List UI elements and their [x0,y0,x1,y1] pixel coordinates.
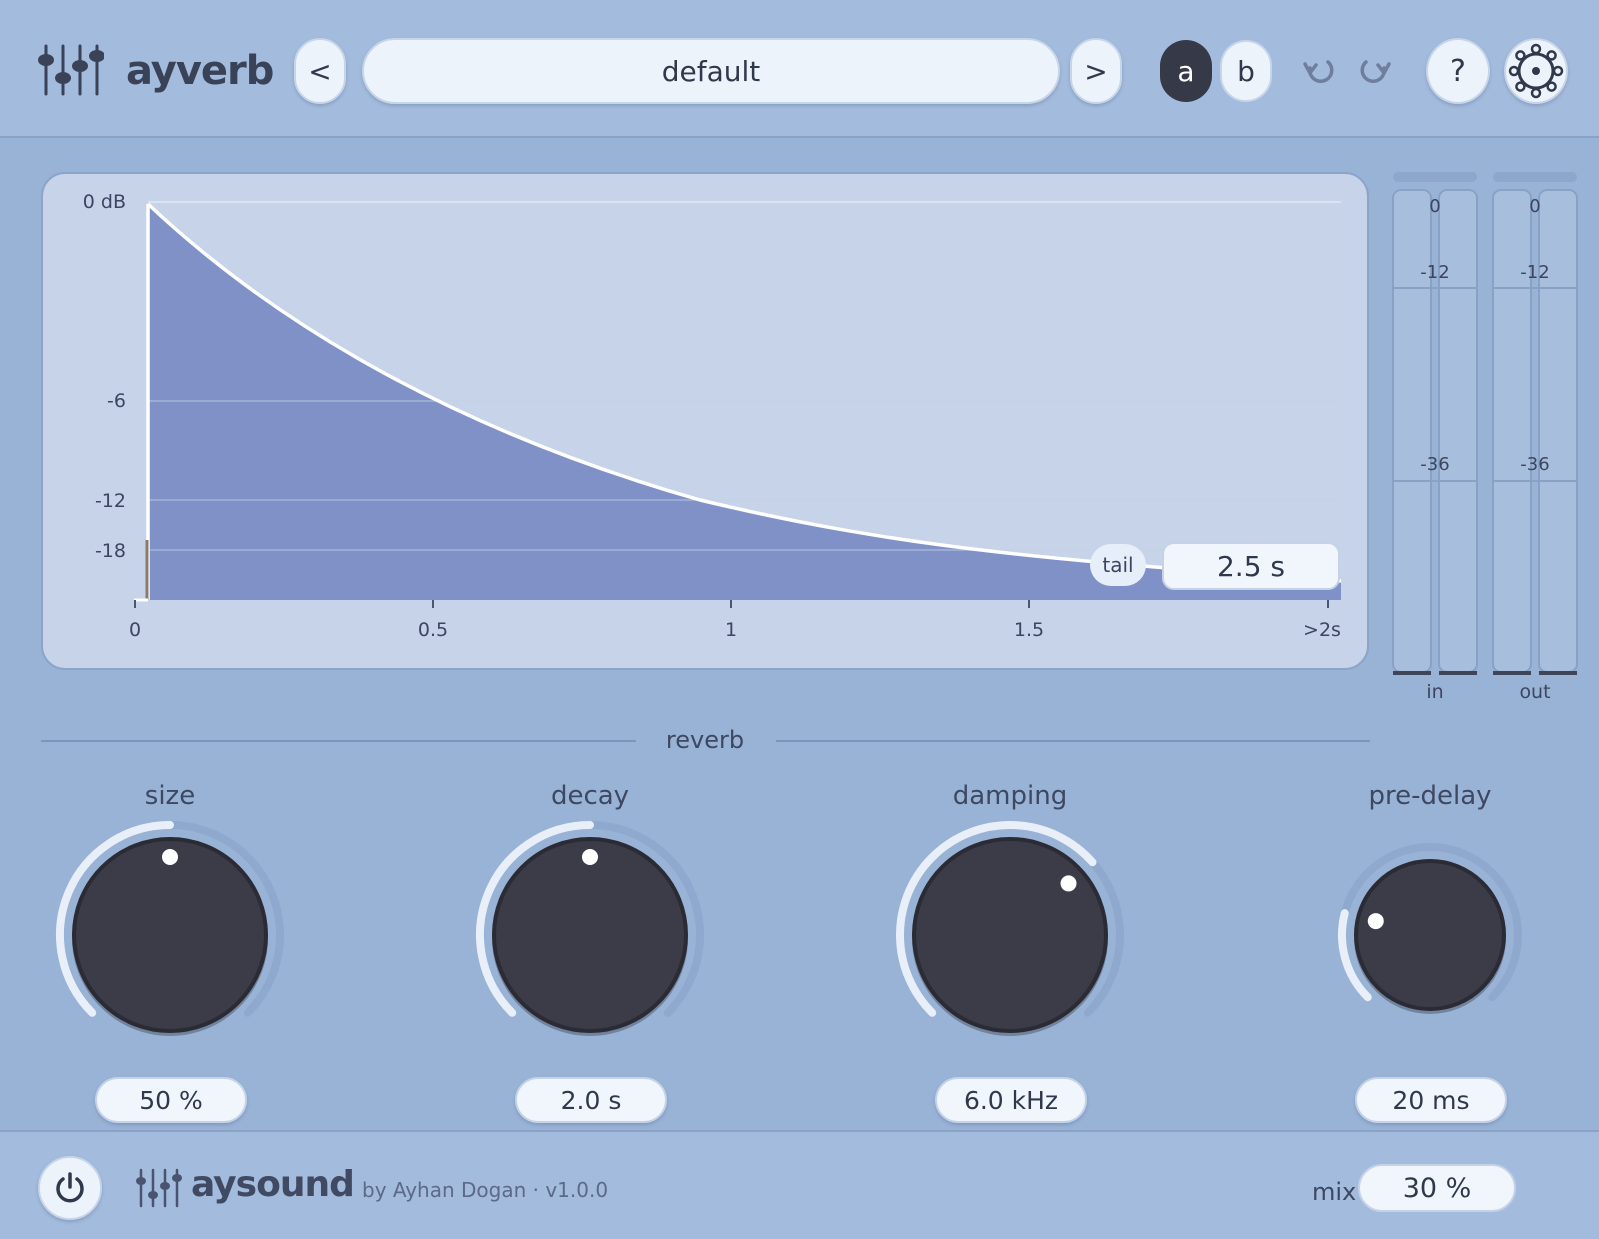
power-button[interactable] [38,1156,102,1220]
header-bar: ayverb < default > a b ? [0,0,1599,138]
meter-in-label: in [1426,681,1443,703]
pre-delay-value-field[interactable]: 20 ms [1355,1077,1507,1123]
decay-knob[interactable] [470,815,710,1055]
knob-pointer [162,849,178,865]
app-title: ayverb [126,48,274,94]
knob-pointer [1367,913,1384,930]
section-divider-left [41,740,636,742]
section-divider-right [776,740,1370,742]
redo-icon[interactable] [1356,40,1392,102]
preset-name-field[interactable]: default [362,38,1060,104]
knob-label: size [144,781,196,811]
pre-delay-knob-group: pre-delay 20 ms [1280,775,1580,1135]
knob-label: decay [550,781,630,811]
knob-body [1354,859,1506,1011]
pre-delay-knob[interactable] [1310,815,1550,1055]
size-knob[interactable] [50,815,290,1055]
tail-length-value[interactable]: 2.5 s [1162,542,1340,590]
damping-value-field[interactable]: 6.0 kHz [935,1077,1087,1123]
knob-body [72,837,268,1033]
credits-text: by Ayhan Dogan · v1.0.0 [362,1178,609,1202]
knob-body [912,837,1108,1033]
damping-knob[interactable] [890,815,1130,1055]
decay-knob-group: decay 2.0 s [440,775,740,1135]
next-preset-button[interactable]: > [1070,38,1122,104]
settings-icon [1508,43,1564,99]
mix-label: mix [1312,1178,1357,1206]
brand-name: aysound [191,1164,355,1205]
knob-pointer [1060,875,1077,892]
meter-out-label: out [1519,681,1550,703]
decay-graph-panel [41,172,1369,670]
meter-out-scale: -36 [1520,454,1549,475]
decay-value-field[interactable]: 2.0 s [515,1077,667,1123]
meter-out-scale: 0 [1529,196,1540,217]
power-icon [56,1172,84,1203]
footer-bar: aysound by Ayhan Dogan · v1.0.0 mix 30 % [0,1130,1599,1239]
meter-out-scale: -12 [1520,262,1549,283]
settings-button[interactable] [1504,38,1568,104]
prev-preset-button[interactable]: < [294,38,346,104]
size-value-field[interactable]: 50 % [95,1077,247,1123]
undo-icon[interactable] [1302,40,1338,102]
slot-a-button[interactable]: a [1160,40,1212,102]
knob-body [492,837,688,1033]
help-button[interactable]: ? [1426,38,1490,104]
meter-in-scale: -12 [1420,262,1449,283]
level-meters: 0 -12 -36 0 -12 -36 in out [1392,172,1578,703]
knob-pointer [582,849,598,865]
mix-value-field[interactable]: 30 % [1358,1164,1516,1212]
slot-b-button[interactable]: b [1220,40,1272,102]
meter-in-scale: -36 [1420,454,1449,475]
knob-label: pre-delay [1368,781,1492,811]
knob-label: damping [952,781,1068,811]
logo-sliders-icon [38,44,104,96]
section-title: reverb [665,726,745,754]
damping-knob-group: damping 6.0 kHz [860,775,1160,1135]
tail-label: tail [1090,544,1146,586]
size-knob-group: size 50 % [20,775,320,1135]
brand-sliders-icon [136,1168,182,1208]
meter-in-scale: 0 [1429,196,1440,217]
